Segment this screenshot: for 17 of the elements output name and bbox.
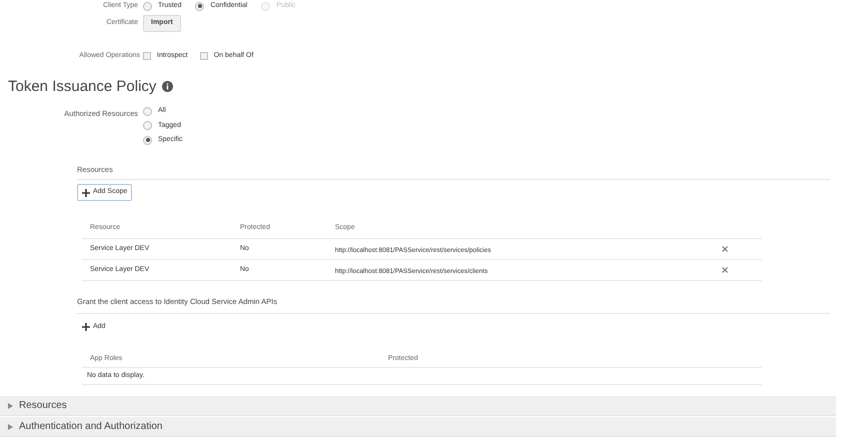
checkbox[interactable] (200, 52, 208, 60)
close-icon[interactable] (722, 267, 728, 273)
plus-icon (82, 188, 90, 196)
section-title: Token Issuance Policy (8, 76, 156, 96)
radio-button[interactable] (195, 2, 204, 10)
close-icon[interactable] (722, 246, 728, 252)
checkbox[interactable] (143, 52, 151, 60)
radio-button[interactable] (143, 136, 152, 145)
plus-icon (82, 322, 90, 331)
radio-button[interactable] (143, 121, 152, 130)
accordion-header[interactable]: Resources (0, 396, 836, 416)
radio-button[interactable] (143, 106, 152, 116)
accordion-header[interactable]: Authentication and Authorization (0, 417, 836, 437)
caret-icon (8, 424, 13, 430)
radio-button[interactable] (143, 2, 152, 10)
caret-icon (8, 402, 13, 408)
info-icon[interactable] (162, 81, 174, 92)
